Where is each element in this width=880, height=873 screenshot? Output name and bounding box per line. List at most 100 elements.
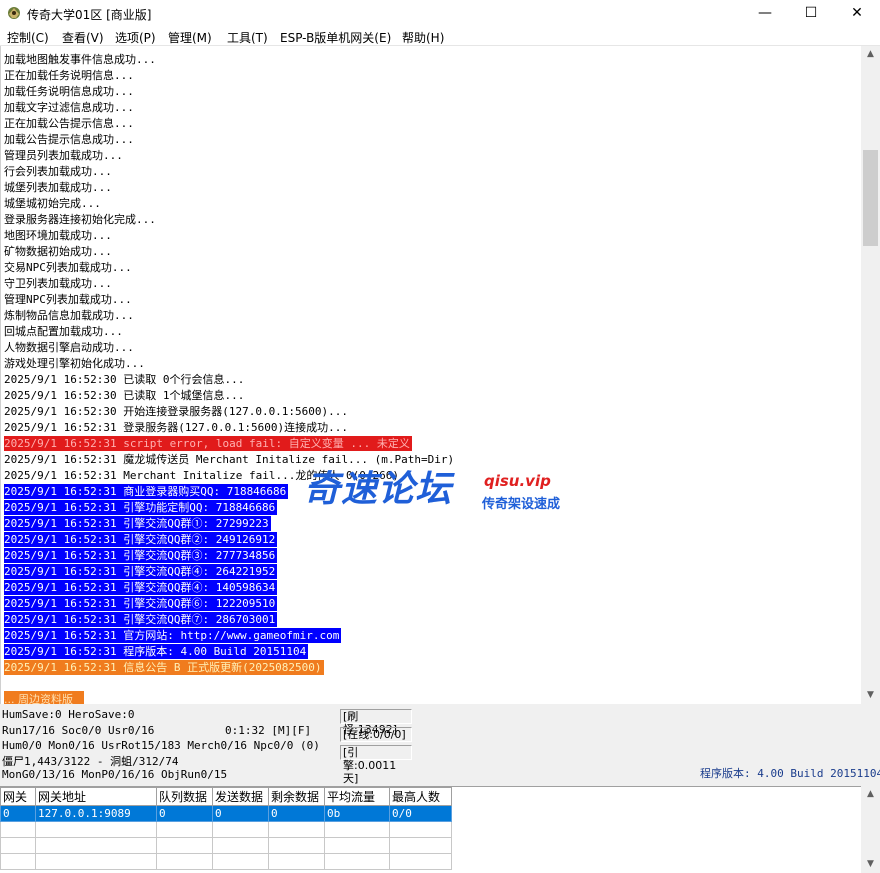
cell <box>212 821 269 838</box>
menu-bar: 控制(C) 查看(V) 选项(P) 管理(M) 工具(T) ESP-B版单机网关… <box>0 27 880 46</box>
cell: 0 <box>212 805 269 822</box>
log-line: 2025/9/1 16:52:30 开始连接登录服务器(127.0.0.1:56… <box>4 405 349 418</box>
menu-view[interactable]: 查看(V) <box>62 29 104 46</box>
window-title: 传奇大学01区 [商业版] <box>27 8 152 22</box>
gateway-table-panel: 网关 网关地址 队列数据 发送数据 剩余数据 平均流量 最高人数 0 127.0… <box>0 786 861 873</box>
minimize-button[interactable]: — <box>742 0 788 27</box>
cell: 127.0.0.1:9089 <box>35 805 157 822</box>
online-count: [在线:0/0/0] <box>340 727 412 742</box>
log-line: 交易NPC列表加载成功... <box>4 261 132 274</box>
log-line: 2025/9/1 16:52:31 引擎交流QQ群①: 27299223 <box>4 516 271 531</box>
log-line: 2025/9/1 16:52:31 引擎交流QQ群③: 277734856 <box>4 548 278 563</box>
log-line-partial: ... 周边资料版 <box>4 691 84 704</box>
scroll-down-icon[interactable]: ▼ <box>861 856 880 873</box>
close-button[interactable]: ✕ <box>834 0 880 27</box>
log-scrollbar[interactable]: ▲ ▼ <box>861 46 880 704</box>
engine-days: [引擎:0.0011天] <box>340 745 412 785</box>
status-uptime: 0:1:32 [M][F] <box>225 724 312 737</box>
col-max-users[interactable]: 最高人数 <box>389 787 452 806</box>
col-gateway-address[interactable]: 网关地址 <box>35 787 157 806</box>
menu-tools[interactable]: 工具(T) <box>227 29 268 46</box>
log-line: 2025/9/1 16:52:31 魔龙城传送员 Merchant Inital… <box>4 453 455 466</box>
log-line: 2025/9/1 16:52:31 信息公告 B 正式版更新(202508250… <box>4 660 324 675</box>
log-line: 正在加载公告提示信息... <box>4 117 134 130</box>
log-line: 加载地图触发事件信息成功... <box>4 53 156 66</box>
cell <box>0 853 36 870</box>
log-line: 2025/9/1 16:52:31 Merchant Initalize fai… <box>4 469 399 482</box>
log-line: 加载公告提示信息成功... <box>4 133 134 146</box>
cell <box>156 853 213 870</box>
cell <box>156 821 213 838</box>
scroll-up-icon[interactable]: ▲ <box>861 46 880 63</box>
status-hum: Hum0/0 Mon0/16 UsrRot15/183 Merch0/16 Np… <box>2 739 320 752</box>
cell <box>389 821 452 838</box>
log-line: 炼制物品信息加载成功... <box>4 309 134 322</box>
log-line: 2025/9/1 16:52:31 引擎交流QQ群④: 140598634 <box>4 580 278 595</box>
cell <box>268 853 325 870</box>
app-icon <box>8 7 20 19</box>
log-line: 回城点配置加载成功... <box>4 325 123 338</box>
cell <box>324 853 390 870</box>
gateway-table-scrollbar[interactable]: ▲ ▼ <box>861 786 880 873</box>
col-gateway[interactable]: 网关 <box>0 787 36 806</box>
cell <box>268 837 325 854</box>
table-row[interactable]: 0 127.0.0.1:9089 0 0 0 0b 0/0 <box>0 805 452 822</box>
log-line: 加载任务说明信息成功... <box>4 85 134 98</box>
menu-manage[interactable]: 管理(M) <box>168 29 212 46</box>
cell: 0 <box>156 805 213 822</box>
scroll-thumb[interactable] <box>863 150 878 246</box>
cell: 0/0 <box>389 805 452 822</box>
title-bar[interactable]: 传奇大学01区 [商业版] — ☐ ✕ <box>0 0 880 27</box>
watermark-subtitle: 传奇架设速成 <box>482 497 561 512</box>
col-sent-data[interactable]: 发送数据 <box>212 787 269 806</box>
maximize-button[interactable]: ☐ <box>788 0 834 27</box>
log-line: 2025/9/1 16:52:31 引擎交流QQ群④: 264221952 <box>4 564 278 579</box>
cell <box>0 821 36 838</box>
col-queue-data[interactable]: 队列数据 <box>156 787 213 806</box>
log-line: 2025/9/1 16:52:31 script error, load fai… <box>4 436 412 451</box>
watermark-url: qisu.vip <box>484 472 551 490</box>
status-area: HumSave:0 HeroSave:0 Run17/16 Soc0/0 Usr… <box>0 704 880 786</box>
log-line: 2025/9/1 16:52:31 商业登录器购买QQ: 718846686 <box>4 484 289 499</box>
log-line: 管理NPC列表加载成功... <box>4 293 132 306</box>
log-panel[interactable]: 加载地图触发事件信息成功... 正在加载任务说明信息... 加载任务说明信息成功..… <box>0 46 861 704</box>
cell <box>324 837 390 854</box>
cell: 0 <box>0 805 36 822</box>
log-line: 游戏处理引擎初始化成功... <box>4 357 145 370</box>
col-avg-traffic[interactable]: 平均流量 <box>324 787 390 806</box>
cell <box>35 821 157 838</box>
menu-options[interactable]: 选项(P) <box>115 29 156 46</box>
log-line: 2025/9/1 16:52:31 引擎交流QQ群⑦: 286703001 <box>4 612 278 627</box>
log-line: 2025/9/1 16:52:30 已读取 0个行会信息... <box>4 373 245 386</box>
cell <box>212 853 269 870</box>
table-row[interactable] <box>0 821 452 838</box>
status-monster: 僵尸1,443/3122 - 洞蛆/312/74 <box>2 755 179 768</box>
col-remaining-data[interactable]: 剩余数据 <box>268 787 325 806</box>
status-run: Run17/16 Soc0/0 Usr0/16 <box>2 724 155 737</box>
status-save: HumSave:0 HeroSave:0 <box>2 708 135 721</box>
status-mong: MonG0/13/16 MonP0/16/16 ObjRun0/15 <box>2 768 228 781</box>
menu-esp-gateway[interactable]: ESP-B版单机网关(E) <box>280 29 391 46</box>
log-line: 2025/9/1 16:52:31 程序版本: 4.00 Build 20151… <box>4 644 309 659</box>
scroll-down-icon[interactable]: ▼ <box>861 687 880 704</box>
log-line: 守卫列表加载成功... <box>4 277 112 290</box>
table-row[interactable] <box>0 853 452 870</box>
cell: 0 <box>268 805 325 822</box>
log-line: 城堡城初始完成... <box>4 197 101 210</box>
log-line: 2025/9/1 16:52:31 登录服务器(127.0.0.1:5600)连… <box>4 421 349 434</box>
cell: 0b <box>324 805 390 822</box>
cell <box>0 837 36 854</box>
scroll-up-icon[interactable]: ▲ <box>861 786 880 803</box>
refresh-count: [刷怪:13492] <box>340 709 412 736</box>
log-line: 城堡列表加载成功... <box>4 181 112 194</box>
log-line: 管理员列表加载成功... <box>4 149 123 162</box>
log-line: 人物数据引擎启动成功... <box>4 341 134 354</box>
menu-control[interactable]: 控制(C) <box>7 29 49 46</box>
cell <box>35 837 157 854</box>
cell <box>35 853 157 870</box>
table-row[interactable] <box>0 837 452 854</box>
cell <box>324 821 390 838</box>
log-line: 登录服务器连接初始化完成... <box>4 213 156 226</box>
cell <box>389 837 452 854</box>
menu-help[interactable]: 帮助(H) <box>402 29 444 46</box>
